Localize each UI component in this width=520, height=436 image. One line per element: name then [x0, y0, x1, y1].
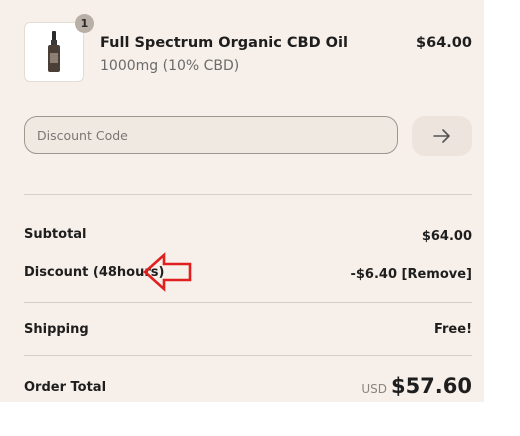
- shipping-label: Shipping: [24, 322, 89, 337]
- discount-row-value: -$6.40 [Remove]: [350, 267, 472, 282]
- shipping-value: Free!: [433, 322, 472, 337]
- annotation-arrow-icon: [143, 252, 192, 292]
- product-thumbnail: 1: [24, 14, 94, 82]
- divider: [24, 194, 472, 195]
- remove-discount-link[interactable]: [Remove]: [402, 267, 472, 282]
- apply-discount-button[interactable]: [412, 116, 472, 156]
- quantity-badge: 1: [75, 14, 94, 33]
- total-amount: $57.60: [390, 374, 472, 398]
- order-total-label: Order Total: [24, 380, 107, 395]
- discount-code-input[interactable]: [24, 116, 398, 154]
- divider: [24, 355, 472, 356]
- discount-value: -$6.40: [350, 267, 397, 282]
- product-name: Full Spectrum Organic CBD Oil: [100, 35, 348, 51]
- total-currency: USD: [361, 382, 387, 396]
- subtotal-value: $64.00: [421, 229, 472, 244]
- divider: [24, 302, 472, 303]
- order-summary-panel: 1 Full Spectrum Organic CBD Oil 1000mg (…: [0, 0, 484, 402]
- subtotal-label: Subtotal: [24, 227, 87, 242]
- cart-line-item: 1 Full Spectrum Organic CBD Oil 1000mg (…: [24, 14, 472, 84]
- order-total-value: USD $57.60: [361, 374, 472, 398]
- product-variant: 1000mg (10% CBD): [100, 58, 240, 74]
- arrow-right-icon: [433, 129, 450, 143]
- cbd-oil-bottle-icon: [48, 31, 60, 72]
- product-price: $64.00: [416, 35, 472, 51]
